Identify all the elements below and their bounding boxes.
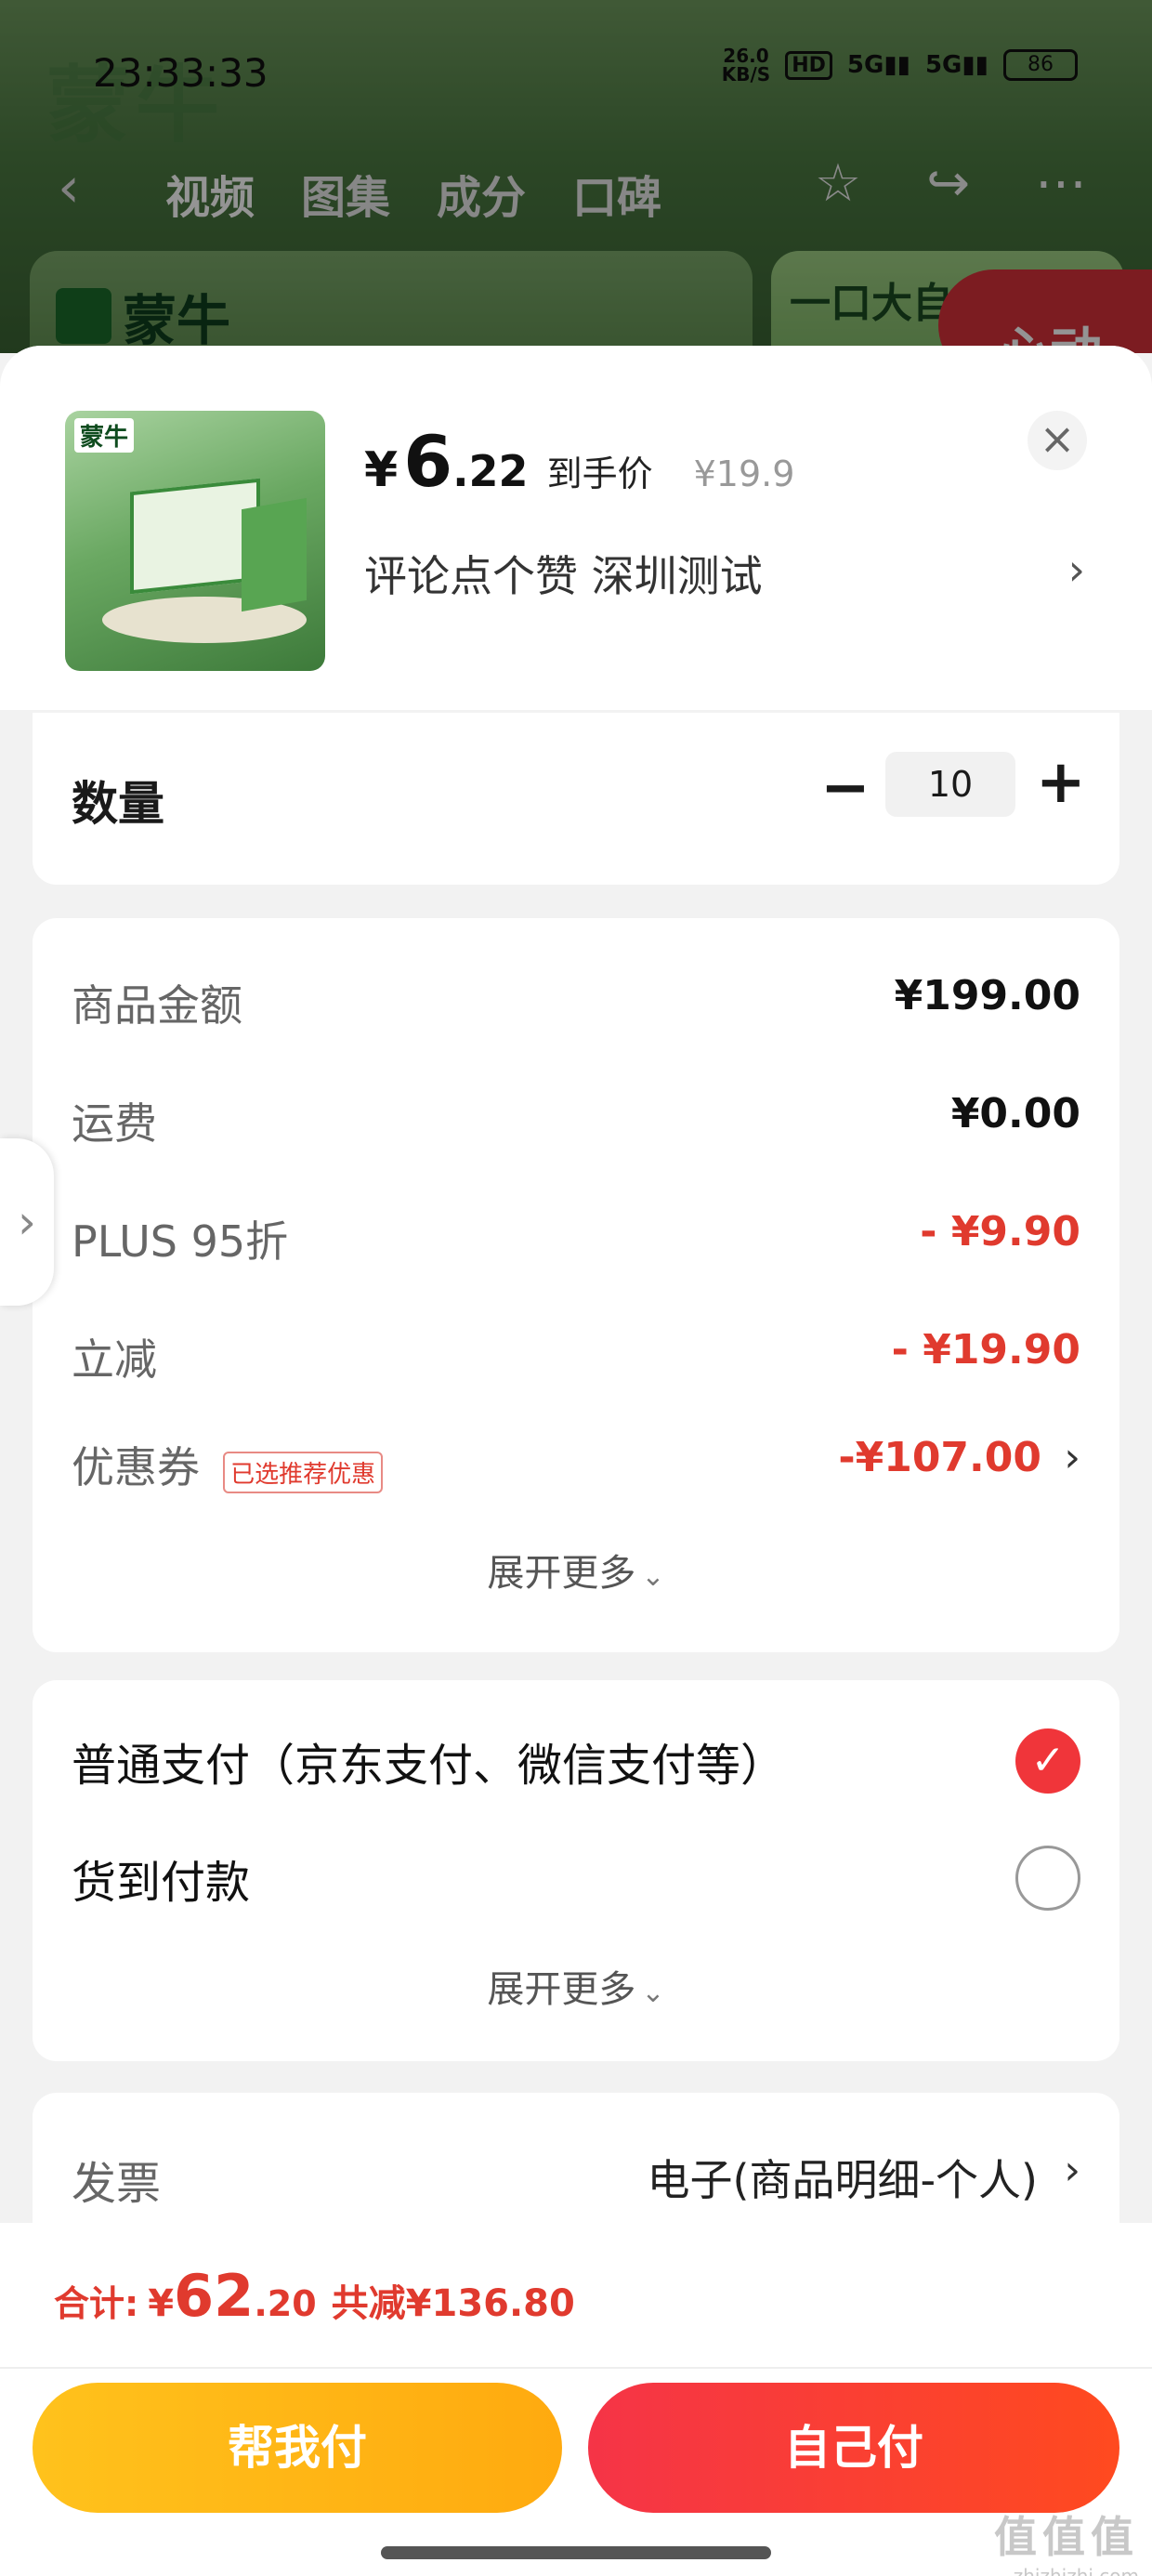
original-price: ¥19.9 bbox=[693, 453, 795, 494]
help-pay-button[interactable]: 帮我付 bbox=[33, 2383, 562, 2513]
fee-value: -¥107.00 bbox=[838, 1434, 1041, 1481]
total-decimal: .20 bbox=[254, 2283, 317, 2324]
fee-label: 立减 bbox=[72, 1334, 157, 1385]
fee-breakdown-card: 商品金额 ¥199.00 运费 ¥0.00 PLUS 95折 - ¥9.90 立… bbox=[33, 918, 1119, 1652]
chevron-down-icon: ⌄ bbox=[641, 1560, 665, 1593]
thumbnail-logo: 蒙牛 bbox=[74, 418, 135, 453]
quantity-decrease-button[interactable]: − bbox=[820, 754, 871, 822]
fee-label: 优惠券 bbox=[72, 1442, 200, 1492]
product-summary: 蒙牛 ¥ 6 .22 到手价 ¥19.9 × 评论点个赞 深圳测试 › bbox=[0, 346, 1152, 710]
invoice-value: 电子(商品明细-个人) bbox=[647, 2155, 1039, 2205]
product-thumbnail: 蒙牛 bbox=[65, 411, 325, 671]
expand-label: 展开更多 bbox=[487, 1968, 636, 2011]
close-icon[interactable]: × bbox=[1028, 411, 1087, 470]
fee-row-coupon[interactable]: 优惠券 已选推荐优惠 -¥107.00 › bbox=[72, 1434, 1080, 1499]
fee-label: 商品金额 bbox=[72, 980, 242, 1031]
fee-label: 运费 bbox=[72, 1098, 157, 1149]
unchecked-icon[interactable] bbox=[1015, 1846, 1080, 1911]
payment-option-label: 货到付款 bbox=[72, 1857, 251, 1909]
chevron-right-icon: › bbox=[1064, 2147, 1080, 2194]
checked-icon[interactable]: ✓ bbox=[1015, 1728, 1080, 1794]
thumbnail-package bbox=[130, 478, 260, 595]
coupon-badge: 已选推荐优惠 bbox=[223, 1452, 384, 1493]
fee-row-subtotal: 商品金额 ¥199.00 bbox=[72, 972, 1080, 1037]
fee-row-plus-discount: PLUS 95折 - ¥9.90 bbox=[72, 1208, 1080, 1273]
price-currency: ¥ bbox=[364, 442, 399, 498]
total-integer: 62 bbox=[174, 2262, 255, 2330]
watermark: 值值值 zhizhizhi.com bbox=[994, 2504, 1139, 2576]
price-tag: 到手价 bbox=[546, 453, 653, 494]
fee-row-shipping: 运费 ¥0.00 bbox=[72, 1090, 1080, 1155]
price-decimal: .22 bbox=[452, 446, 529, 496]
overlay-scrim[interactable] bbox=[0, 0, 1152, 353]
watermark-url: zhizhizhi.com bbox=[1013, 2565, 1139, 2576]
quantity-input[interactable]: 10 bbox=[885, 752, 1015, 817]
payment-option-label: 普通支付（京东支付、微信支付等） bbox=[72, 1740, 786, 1792]
total-summary: 合计: ¥ 62 .20 共减¥136.80 bbox=[54, 2262, 575, 2330]
fee-value: - ¥9.90 bbox=[920, 1208, 1080, 1255]
checkout-footer: 合计: ¥ 62 .20 共减¥136.80 帮我付 自己付 值值值 zhizh… bbox=[0, 2223, 1152, 2576]
thumbnail-package-side bbox=[242, 497, 307, 612]
self-pay-button[interactable]: 自己付 bbox=[588, 2383, 1119, 2513]
price-row: ¥ 6 .22 到手价 ¥19.9 bbox=[364, 420, 794, 503]
total-saving: 共减¥136.80 bbox=[331, 2282, 575, 2325]
price-integer: 6 bbox=[403, 420, 453, 503]
payment-expand-more[interactable]: 展开更多 ⌄ bbox=[33, 1959, 1119, 2013]
spec-text: 评论点个赞 深圳测试 bbox=[364, 551, 763, 601]
total-label: 合计: bbox=[54, 2283, 139, 2324]
chevron-down-icon: ⌄ bbox=[641, 1977, 665, 2009]
home-indicator[interactable] bbox=[381, 2546, 771, 2559]
chevron-right-icon: › bbox=[1064, 1434, 1080, 1481]
watermark-logo: 值值值 bbox=[994, 2512, 1139, 2562]
quantity-increase-button[interactable]: + bbox=[1036, 748, 1086, 817]
invoice-label: 发票 bbox=[72, 2158, 162, 2210]
fee-value: - ¥19.90 bbox=[891, 1326, 1080, 1373]
fee-label: PLUS 95折 bbox=[72, 1216, 289, 1267]
footer-divider bbox=[0, 2367, 1152, 2369]
spec-selector[interactable]: 评论点个赞 深圳测试 › bbox=[364, 543, 1089, 608]
quantity-card: 数量 − 10 + bbox=[33, 713, 1119, 885]
total-currency: ¥ bbox=[148, 2282, 175, 2325]
quantity-label: 数量 bbox=[72, 777, 164, 831]
fee-row-instant-discount: 立减 - ¥19.90 bbox=[72, 1326, 1080, 1391]
fees-expand-more[interactable]: 展开更多 ⌄ bbox=[33, 1543, 1119, 1597]
fee-value: ¥199.00 bbox=[894, 972, 1080, 1019]
side-drawer-handle[interactable]: › bbox=[0, 1138, 54, 1306]
expand-label: 展开更多 bbox=[487, 1552, 636, 1595]
payment-option-normal[interactable]: 普通支付（京东支付、微信支付等） ✓ bbox=[72, 1728, 1080, 1803]
chevron-right-icon: › bbox=[1067, 545, 1085, 595]
fee-value: ¥0.00 bbox=[950, 1090, 1080, 1137]
payment-option-cod[interactable]: 货到付款 bbox=[72, 1846, 1080, 1920]
payment-card: 普通支付（京东支付、微信支付等） ✓ 货到付款 展开更多 ⌄ bbox=[33, 1680, 1119, 2061]
